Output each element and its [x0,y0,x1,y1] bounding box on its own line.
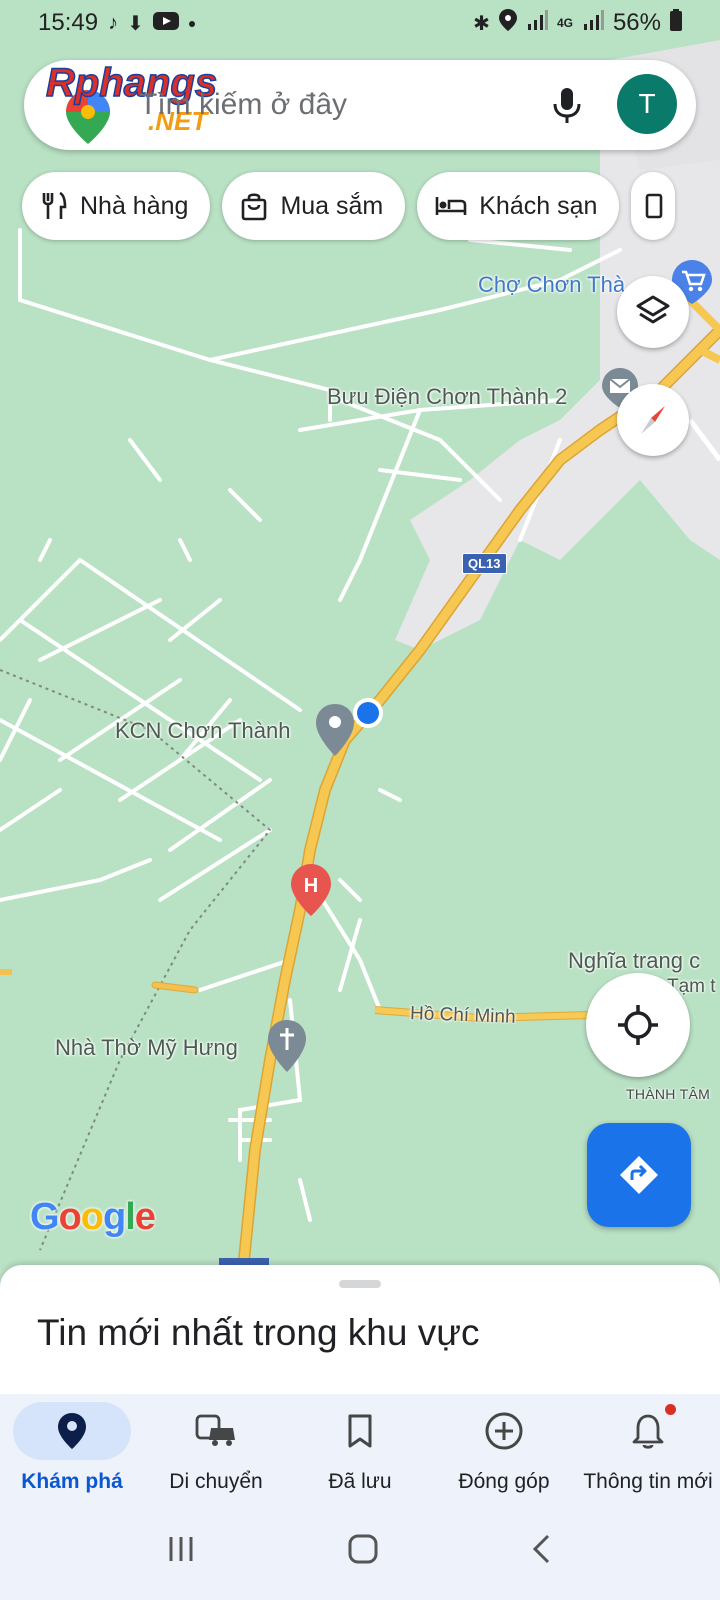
status-time: 15:49 [38,9,99,36]
nav-label: Đã lưu [328,1470,392,1493]
layers-button[interactable] [617,276,689,348]
fuel-icon [646,193,663,219]
highway-shield: QL13 [462,553,507,574]
my-location-dot [352,697,384,734]
battery-percent: 56% [612,9,661,36]
network-type: 4G [556,16,573,30]
nav-contribute[interactable]: Đóng góp [432,1394,576,1502]
nav-commute[interactable]: Di chuyển [144,1394,288,1502]
search-input[interactable] [139,82,519,128]
nav-updates[interactable]: Thông tin mới [576,1394,720,1502]
bed-icon [435,197,467,215]
chip-more[interactable] [631,172,676,240]
nav-label: Thông tin mới [583,1470,713,1493]
chip-restaurants[interactable]: Nhà hàng [22,172,211,240]
system-nav-bar [0,1502,720,1600]
directions-button[interactable] [587,1123,691,1227]
recents-icon[interactable] [166,1534,196,1569]
post-office-label[interactable]: Bưu Điện Chơn Thành 2 [327,384,567,410]
youtube-icon [152,9,179,37]
layers-icon [636,295,670,324]
nav-label: Đóng góp [458,1470,550,1493]
district-label: THÀNH TÂM [626,1086,711,1102]
sheet-drag-handle[interactable] [339,1280,381,1288]
bell-icon [632,1414,664,1449]
directions-icon [620,1156,658,1194]
notification-dot-icon: ● [187,15,197,31]
download-icon: ⬇ [127,12,144,35]
fork-knife-icon [42,191,67,219]
commute-icon [195,1414,235,1446]
bottom-sheet[interactable]: Tin mới nhất trong khu vực [0,1265,720,1395]
shopping-bag-icon [242,193,267,221]
mic-icon[interactable] [544,82,590,128]
search-bar[interactable]: Rphangs .NET T [24,60,696,150]
place-pin-icon[interactable] [316,704,354,761]
svg-text:H: H [304,875,318,897]
industrial-zone-label[interactable]: KCN Chơn Thành [115,718,290,744]
nav-label: Khám phá [21,1470,123,1493]
location-status-icon [498,8,517,38]
church-pin-icon[interactable] [268,1020,306,1077]
explore-pin-icon [58,1413,86,1449]
crosshair-icon [618,1005,658,1045]
my-location-button[interactable] [586,973,690,1077]
bottom-nav: Khám phá Di chuyển Đã lưu Đóng góp Thông… [0,1394,720,1502]
nav-label: Di chuyển [169,1470,263,1493]
home-icon[interactable] [347,1533,379,1570]
bluetooth-icon: ✱ [473,12,490,35]
hospital-pin-icon[interactable]: H [291,864,331,921]
church-label[interactable]: Nhà Thờ Mỹ Hưng [55,1035,238,1061]
back-icon[interactable] [530,1533,554,1570]
market-label[interactable]: Chợ Chơn Thà [478,272,625,298]
chip-label: Khách sạn [479,191,598,220]
category-chips: Nhà hàng Mua sắm Khách sạn [22,172,676,240]
google-attribution-logo: Google [30,1196,156,1238]
nav-saved[interactable]: Đã lưu [288,1394,432,1502]
bookmark-icon [348,1414,372,1448]
status-bar: 15:49 ♪ ⬇ ● ✱ 4G 56% [0,0,720,46]
signal-icon-2 [582,9,604,37]
chip-label: Nhà hàng [80,191,189,220]
account-avatar[interactable]: T [617,74,677,134]
signal-icon [526,9,548,37]
chip-label: Mua sắm [280,191,384,220]
chip-hotels[interactable]: Khách sạn [417,172,620,240]
add-circle-icon [485,1412,523,1450]
notification-badge [665,1404,676,1415]
nav-explore[interactable]: Khám phá [0,1394,144,1502]
compass-icon [641,406,665,434]
chip-shopping[interactable]: Mua sắm [222,172,406,240]
cemetery-label[interactable]: Nghĩa trang c [568,948,700,974]
street-label: Hồ Chí Minh [409,1003,516,1028]
tiktok-icon: ♪ [108,11,119,34]
battery-icon [670,8,682,38]
sheet-title: Tin mới nhất trong khu vực [37,1312,480,1353]
compass-button[interactable] [617,384,689,456]
